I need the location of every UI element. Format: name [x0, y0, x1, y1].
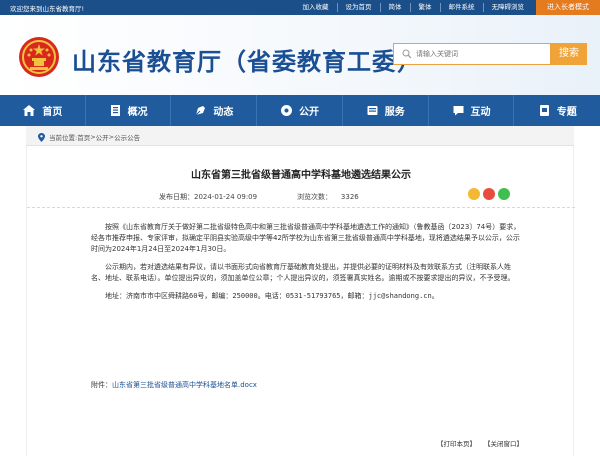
folder-icon: [281, 105, 293, 116]
breadcrumb: 当前位置: 首页 > 公开 > 公示公告: [38, 132, 140, 142]
nav-item-service[interactable]: 服务: [343, 95, 429, 126]
close-window-button[interactable]: 【关闭窗口】: [484, 438, 523, 448]
wechat-share-icon[interactable]: [498, 188, 510, 200]
breadcrumb-item-public[interactable]: 公开: [96, 132, 109, 142]
book-icon: [110, 105, 120, 116]
link-set-homepage[interactable]: 设为首页: [336, 3, 380, 12]
top-utility-bar: 欢迎您来到山东省教育厅! 加入收藏 设为首页 简体 繁体 邮件系统 无障碍浏览 …: [0, 0, 600, 15]
qzone-share-icon[interactable]: [468, 188, 480, 200]
search-icon: [402, 49, 412, 59]
article-body: 按照《山东省教育厅关于做好第二批省级特色高中和第三批省级普通高中学科基地遴选工作…: [91, 222, 521, 309]
welcome-text: 欢迎您来到山东省教育厅!: [10, 5, 85, 13]
search-input[interactable]: [416, 47, 546, 61]
attachment: 附件：山东省第三批省级普通高中学科基地名单.docx: [91, 380, 257, 390]
nav-item-overview[interactable]: 概况: [86, 95, 172, 126]
paragraph-contact: 地址：济南市市中区舜耕路60号，邮编：250000。电话：0531-517937…: [105, 292, 439, 300]
location-pin-icon: [38, 132, 45, 142]
nav-item-topics[interactable]: 专题: [514, 95, 600, 126]
breadcrumb-item-notice[interactable]: 公示公告: [114, 132, 140, 142]
article-actions: 【打印本页】 【关闭窗口】: [437, 438, 523, 448]
home-icon: [23, 105, 36, 116]
news-icon: [195, 106, 206, 116]
main-nav: 首页 概况 动态 公开 服务 互动 专题: [0, 95, 600, 126]
utility-links: 加入收藏 设为首页 简体 繁体 邮件系统 无障碍浏览: [295, 3, 533, 12]
view-count: 浏览次数： 3326: [297, 193, 359, 201]
print-button[interactable]: 【打印本页】: [437, 438, 476, 448]
search-box: [393, 43, 551, 65]
chat-icon: [453, 106, 464, 116]
share-buttons: [468, 188, 510, 200]
article-title: 山东省第三批省级普通高中学科基地遴选结果公示: [191, 170, 411, 181]
nav-item-public[interactable]: 公开: [257, 95, 343, 126]
attachment-link[interactable]: 山东省第三批省级普通高中学科基地名单.docx: [112, 381, 257, 389]
topic-icon: [539, 105, 549, 116]
article: 山东省第三批省级普通高中学科基地遴选结果公示 发布日期：2024-01-24 0…: [26, 146, 575, 456]
elder-mode-button[interactable]: 进入长者模式: [536, 0, 600, 15]
site-header: 山东省教育厅（省委教育工委） 搜索: [0, 15, 600, 95]
national-emblem-icon: [19, 37, 59, 77]
paragraph-intro: 按照《山东省教育厅关于做好第二批省级特色高中和第三批省级普通高中学科基地遴选工作…: [91, 223, 521, 253]
link-mail-system[interactable]: 邮件系统: [439, 3, 483, 12]
site-title: 山东省教育厅（省委教育工委）: [72, 48, 422, 76]
attachment-label: 附件：: [91, 381, 112, 389]
search-button[interactable]: 搜索: [551, 43, 587, 65]
article-meta: 发布日期：2024-01-24 09:09 浏览次数： 3326: [27, 186, 575, 208]
weibo-share-icon[interactable]: [483, 188, 495, 200]
link-simplified[interactable]: 简体: [379, 3, 410, 12]
breadcrumb-prefix: 当前位置:: [49, 134, 78, 142]
nav-item-news[interactable]: 动态: [171, 95, 258, 126]
paragraph-objection: 公示期内，若对遴选结果有异议，请以书面形式向省教育厅基础教育处提出，并提供必要的…: [91, 263, 515, 282]
nav-item-interact[interactable]: 互动: [429, 95, 515, 126]
breadcrumb-bar: 当前位置: 首页 > 公开 > 公示公告: [26, 126, 574, 146]
service-icon: [367, 106, 378, 115]
publish-date: 发布日期：2024-01-24 09:09: [159, 193, 258, 201]
nav-item-home[interactable]: 首页: [0, 95, 86, 126]
link-add-favorite[interactable]: 加入收藏: [295, 3, 337, 12]
breadcrumb-item-home[interactable]: 首页: [77, 132, 90, 142]
link-accessibility[interactable]: 无障碍浏览: [482, 3, 533, 12]
link-traditional[interactable]: 繁体: [409, 3, 440, 12]
